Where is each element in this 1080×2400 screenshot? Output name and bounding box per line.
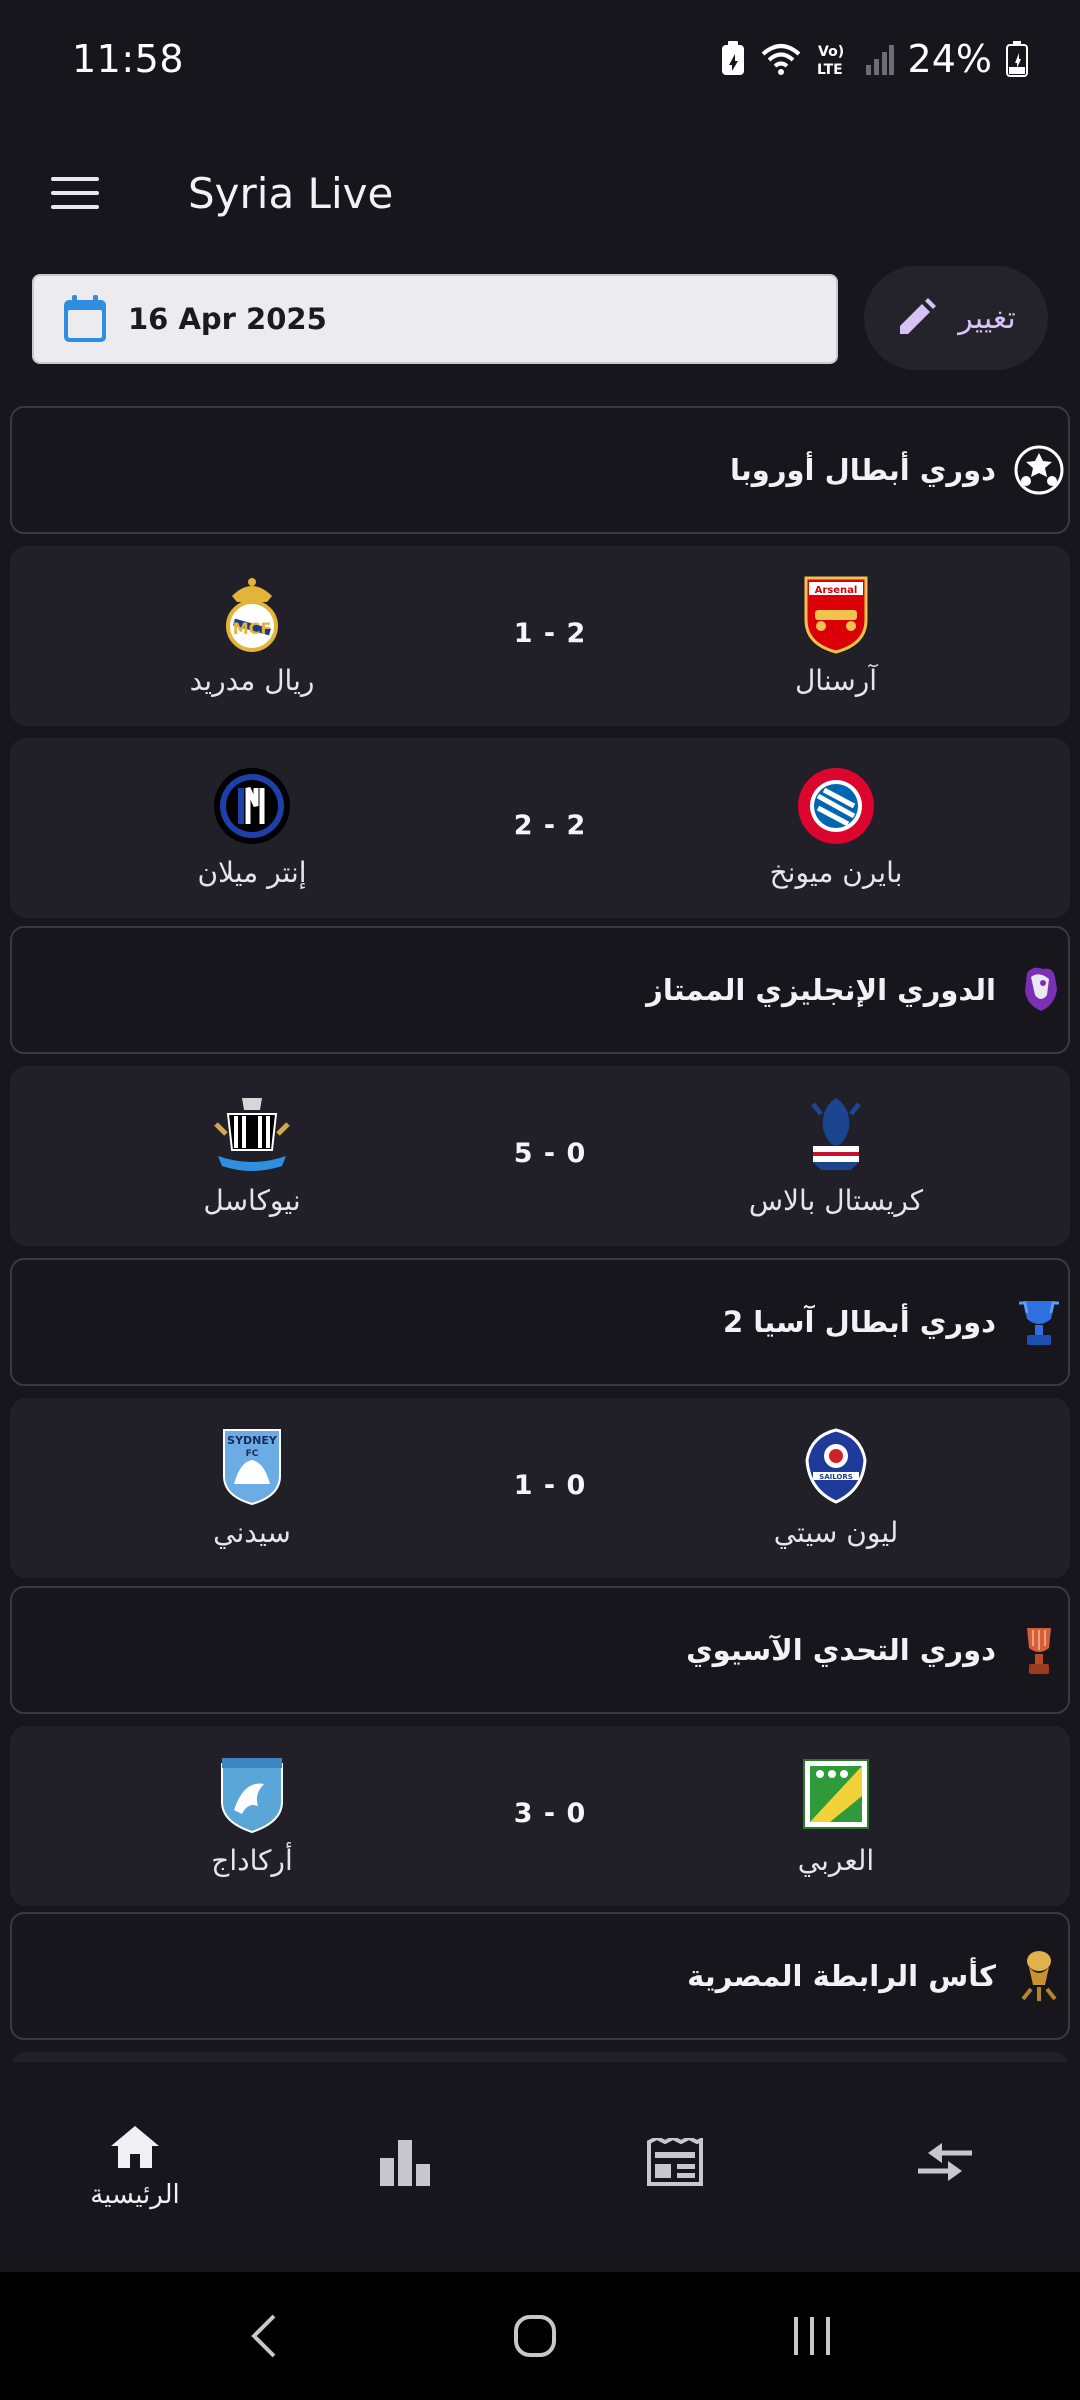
away-team: نيوكاسل — [102, 1094, 402, 1217]
league-name: الدوري الإنجليزي الممتاز — [646, 973, 996, 1007]
nav-home-label: الرئيسية — [90, 2180, 180, 2210]
league-header[interactable]: دوري التحدي الآسيوي — [10, 1586, 1070, 1714]
svg-text:LTE: LTE — [817, 62, 843, 77]
arsenal-crest-icon: Arsenal — [796, 574, 876, 654]
match-card[interactable]: Arsenal آرسنال 1 - 2 MCF ريال مدريد — [10, 546, 1070, 726]
svg-text:Arsenal: Arsenal — [815, 585, 858, 596]
match-score: 1 - 2 — [513, 618, 587, 649]
bottom-navigation: الرئيسية — [0, 2062, 1080, 2272]
match-card-partial[interactable] — [10, 2052, 1070, 2062]
home-team: Arsenal آرسنال — [686, 574, 986, 697]
home-team-name: ليون سيتي — [773, 1516, 899, 1549]
match-score: 1 - 0 — [513, 1470, 587, 1501]
match-card[interactable]: بايرن ميونخ 2 - 2 إنتر ميلان — [10, 738, 1070, 918]
svg-text:Vo): Vo) — [818, 44, 844, 60]
afc-trophy-icon — [1014, 1297, 1064, 1347]
change-date-label: تغيير — [958, 300, 1016, 336]
away-team-name: ريال مدريد — [189, 664, 315, 697]
bar-chart-icon — [378, 2138, 432, 2186]
svg-text:SYDNEY: SYDNEY — [227, 1434, 278, 1447]
home-team: كريستال بالاس — [686, 1094, 986, 1217]
home-team-name: آرسنال — [794, 664, 878, 697]
league-cup-trophy-icon — [1014, 1951, 1064, 2001]
home-team-name: العربي — [797, 1844, 875, 1877]
away-team: إنتر ميلان — [102, 766, 402, 889]
league-header[interactable]: دوري أبطال آسيا 2 — [10, 1258, 1070, 1386]
bayern-munich-crest-icon — [796, 766, 876, 846]
home-team: بايرن ميونخ — [686, 766, 986, 889]
nav-transfers[interactable] — [810, 2062, 1080, 2272]
app-bar: Syria Live — [0, 118, 1080, 268]
away-team-name: أركاداج — [211, 1844, 293, 1877]
status-icons: Vo) LTE 24% — [720, 37, 1028, 81]
home-team-name: كريستال بالاس — [748, 1184, 924, 1217]
challenge-trophy-icon — [1014, 1625, 1064, 1675]
league-name: كأس الرابطة المصرية — [687, 1959, 996, 1993]
wifi-icon — [760, 42, 802, 76]
status-time: 11:58 — [72, 37, 185, 81]
match-score: 3 - 0 — [513, 1798, 587, 1829]
match-score: 5 - 0 — [513, 1138, 587, 1169]
status-bar: 11:58 Vo) LTE 24% — [0, 0, 1080, 118]
app-title: Syria Live — [188, 168, 394, 218]
date-field[interactable]: 16 Apr 2025 — [32, 274, 838, 364]
battery-saver-icon — [720, 41, 746, 77]
home-team: SAILORS ليون سيتي — [686, 1426, 986, 1549]
away-team: MCF ريال مدريد — [102, 574, 402, 697]
volte-icon: Vo) LTE — [816, 41, 850, 77]
crystal-palace-crest-icon — [796, 1094, 876, 1174]
pencil-icon — [896, 298, 937, 338]
nav-home[interactable]: الرئيسية — [0, 2062, 270, 2272]
away-team-name: إنتر ميلان — [197, 856, 307, 889]
league-header[interactable]: دوري أبطال أوروبا — [10, 406, 1070, 534]
home-team-name: بايرن ميونخ — [769, 856, 903, 889]
battery-charging-icon — [1006, 41, 1028, 77]
newcastle-crest-icon — [212, 1094, 292, 1174]
battery-percent: 24% — [907, 37, 992, 81]
matches-list[interactable]: دوري أبطال أوروبا Arsenal آرسنال 1 - 2 M… — [10, 406, 1070, 2062]
nav-stats[interactable] — [270, 2062, 540, 2272]
match-card[interactable]: SAILORS ليون سيتي 1 - 0 SYDNEY FC سيدني — [10, 1398, 1070, 1578]
news-icon — [647, 2138, 703, 2186]
nav-news[interactable] — [540, 2062, 810, 2272]
home-circle-icon[interactable] — [513, 2314, 557, 2358]
svg-text:SAILORS: SAILORS — [819, 1473, 853, 1481]
away-team: SYDNEY FC سيدني — [102, 1426, 402, 1549]
back-icon[interactable] — [248, 2312, 278, 2360]
champions-league-icon — [1014, 445, 1064, 495]
selected-date: 16 Apr 2025 — [128, 302, 327, 336]
match-score: 2 - 2 — [513, 810, 587, 841]
away-team: أركاداج — [102, 1754, 402, 1877]
match-card[interactable]: العربي 3 - 0 أركاداج — [10, 1726, 1070, 1906]
inter-milan-crest-icon — [212, 766, 292, 846]
real-madrid-crest-icon: MCF — [212, 574, 292, 654]
svg-text:FC: FC — [246, 1449, 259, 1459]
recent-apps-icon[interactable] — [792, 2315, 832, 2357]
hamburger-menu-icon — [51, 175, 99, 211]
system-navigation-bar — [0, 2272, 1080, 2400]
premier-league-icon — [1014, 965, 1064, 1015]
change-date-button[interactable]: تغيير — [864, 266, 1048, 370]
home-icon — [109, 2124, 161, 2170]
signal-icon — [864, 43, 894, 75]
menu-button[interactable] — [0, 118, 150, 268]
al-arabi-crest-icon — [796, 1754, 876, 1834]
league-name: دوري التحدي الآسيوي — [686, 1633, 996, 1667]
home-team: العربي — [686, 1754, 986, 1877]
match-card[interactable]: كريستال بالاس 5 - 0 نيوكاسل — [10, 1066, 1070, 1246]
league-name: دوري أبطال آسيا 2 — [723, 1305, 996, 1339]
away-team-name: نيوكاسل — [203, 1184, 301, 1217]
svg-text:MCF: MCF — [233, 619, 272, 638]
league-header[interactable]: الدوري الإنجليزي الممتاز — [10, 926, 1070, 1054]
away-team-name: سيدني — [213, 1516, 291, 1549]
lion-city-crest-icon: SAILORS — [796, 1426, 876, 1506]
league-name: دوري أبطال أوروبا — [730, 453, 996, 487]
transfer-arrows-icon — [916, 2141, 974, 2183]
league-header[interactable]: كأس الرابطة المصرية — [10, 1912, 1070, 2040]
sydney-fc-crest-icon: SYDNEY FC — [212, 1426, 292, 1506]
calendar-icon — [62, 294, 108, 344]
arkadag-crest-icon — [212, 1754, 292, 1834]
